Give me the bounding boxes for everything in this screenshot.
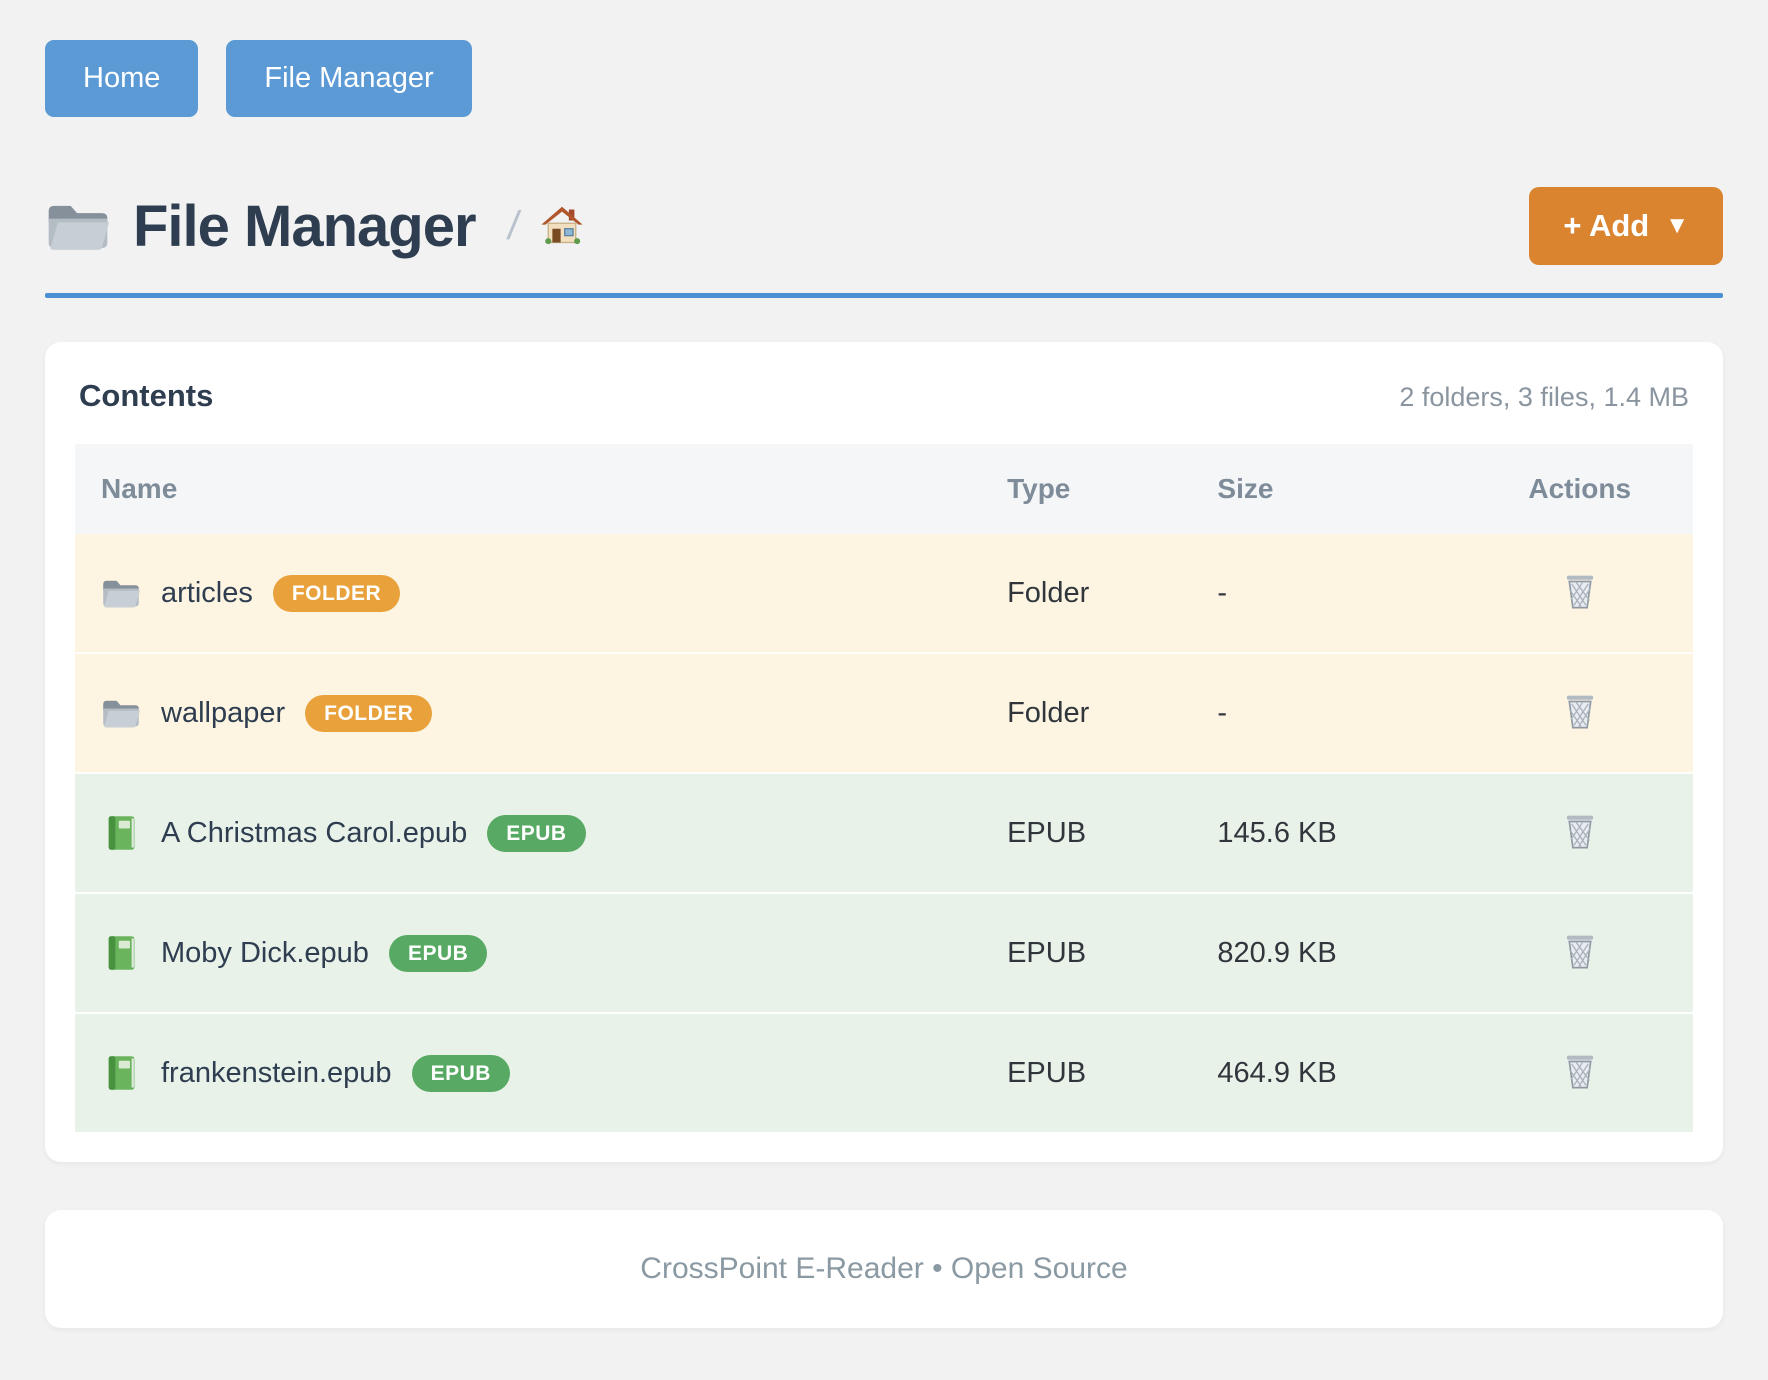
- file-name[interactable]: Moby Dick.epub: [161, 937, 369, 970]
- top-nav: Home File Manager: [45, 40, 1723, 117]
- folder-title-icon: [45, 198, 111, 254]
- file-type-cell: Folder: [981, 653, 1191, 773]
- file-type-badge: EPUB: [412, 1055, 510, 1092]
- column-header-type: Type: [981, 444, 1191, 534]
- column-header-size: Size: [1191, 444, 1466, 534]
- book-icon: [101, 814, 141, 852]
- column-header-actions: Actions: [1466, 444, 1693, 534]
- delete-button[interactable]: [1559, 688, 1601, 734]
- trash-icon: [1563, 1052, 1597, 1090]
- footer-text: CrossPoint E-Reader • Open Source: [640, 1252, 1127, 1285]
- table-row[interactable]: A Christmas Carol.epub EPUB EPUB 145.6 K…: [75, 773, 1693, 893]
- file-name[interactable]: articles: [161, 577, 253, 610]
- add-button[interactable]: + Add ▼: [1529, 187, 1723, 265]
- file-name[interactable]: frankenstein.epub: [161, 1057, 392, 1090]
- book-icon: [101, 1054, 141, 1092]
- delete-button[interactable]: [1559, 568, 1601, 614]
- file-size-cell: 820.9 KB: [1191, 893, 1466, 1013]
- file-type-cell: EPUB: [981, 1013, 1191, 1132]
- table-row[interactable]: wallpaper FOLDER Folder -: [75, 653, 1693, 773]
- delete-button[interactable]: [1559, 928, 1601, 974]
- contents-summary: 2 folders, 3 files, 1.4 MB: [1399, 382, 1689, 413]
- file-type-badge: EPUB: [389, 935, 487, 972]
- title-group: File Manager /: [45, 193, 585, 260]
- home-icon[interactable]: [539, 204, 585, 248]
- file-type-badge: FOLDER: [305, 695, 432, 732]
- add-button-label: + Add: [1563, 208, 1649, 244]
- book-icon: [101, 934, 141, 972]
- delete-button[interactable]: [1559, 808, 1601, 854]
- trash-icon: [1563, 572, 1597, 610]
- contents-heading: Contents: [79, 378, 213, 414]
- file-name[interactable]: wallpaper: [161, 697, 285, 730]
- table-row[interactable]: articles FOLDER Folder -: [75, 534, 1693, 653]
- contents-card: Contents 2 folders, 3 files, 1.4 MB Name…: [45, 342, 1723, 1162]
- table-row[interactable]: Moby Dick.epub EPUB EPUB 820.9 KB: [75, 893, 1693, 1013]
- nav-home-button[interactable]: Home: [45, 40, 198, 117]
- file-size-cell: 464.9 KB: [1191, 1013, 1466, 1132]
- file-size-cell: -: [1191, 653, 1466, 773]
- nav-file-manager-button[interactable]: File Manager: [226, 40, 471, 117]
- file-size-cell: 145.6 KB: [1191, 773, 1466, 893]
- page-title: File Manager: [133, 193, 476, 260]
- header-divider: [45, 293, 1723, 298]
- file-name[interactable]: A Christmas Carol.epub: [161, 817, 467, 850]
- file-type-cell: Folder: [981, 534, 1191, 653]
- trash-icon: [1563, 812, 1597, 850]
- table-row[interactable]: frankenstein.epub EPUB EPUB 464.9 KB: [75, 1013, 1693, 1132]
- trash-icon: [1563, 932, 1597, 970]
- page-header: File Manager / + Add ▼: [45, 187, 1723, 265]
- file-type-badge: EPUB: [487, 815, 585, 852]
- file-table: Name Type Size Actions articles FOLDER F…: [75, 444, 1693, 1132]
- folder-icon: [101, 574, 141, 612]
- file-type-badge: FOLDER: [273, 575, 400, 612]
- footer: CrossPoint E-Reader • Open Source: [45, 1210, 1723, 1328]
- contents-card-header: Contents 2 folders, 3 files, 1.4 MB: [75, 378, 1693, 414]
- file-type-cell: EPUB: [981, 893, 1191, 1013]
- file-manager-page: Home File Manager File Manager /: [0, 0, 1768, 1328]
- column-header-name: Name: [75, 444, 981, 534]
- file-size-cell: -: [1191, 534, 1466, 653]
- file-type-cell: EPUB: [981, 773, 1191, 893]
- dropdown-caret-icon: ▼: [1665, 212, 1689, 240]
- trash-icon: [1563, 692, 1597, 730]
- delete-button[interactable]: [1559, 1048, 1601, 1094]
- breadcrumb-separator: /: [504, 204, 521, 249]
- folder-icon: [101, 694, 141, 732]
- file-table-body: articles FOLDER Folder - wallpaper: [75, 534, 1693, 1132]
- file-table-header: Name Type Size Actions: [75, 444, 1693, 534]
- breadcrumb: /: [508, 204, 585, 249]
